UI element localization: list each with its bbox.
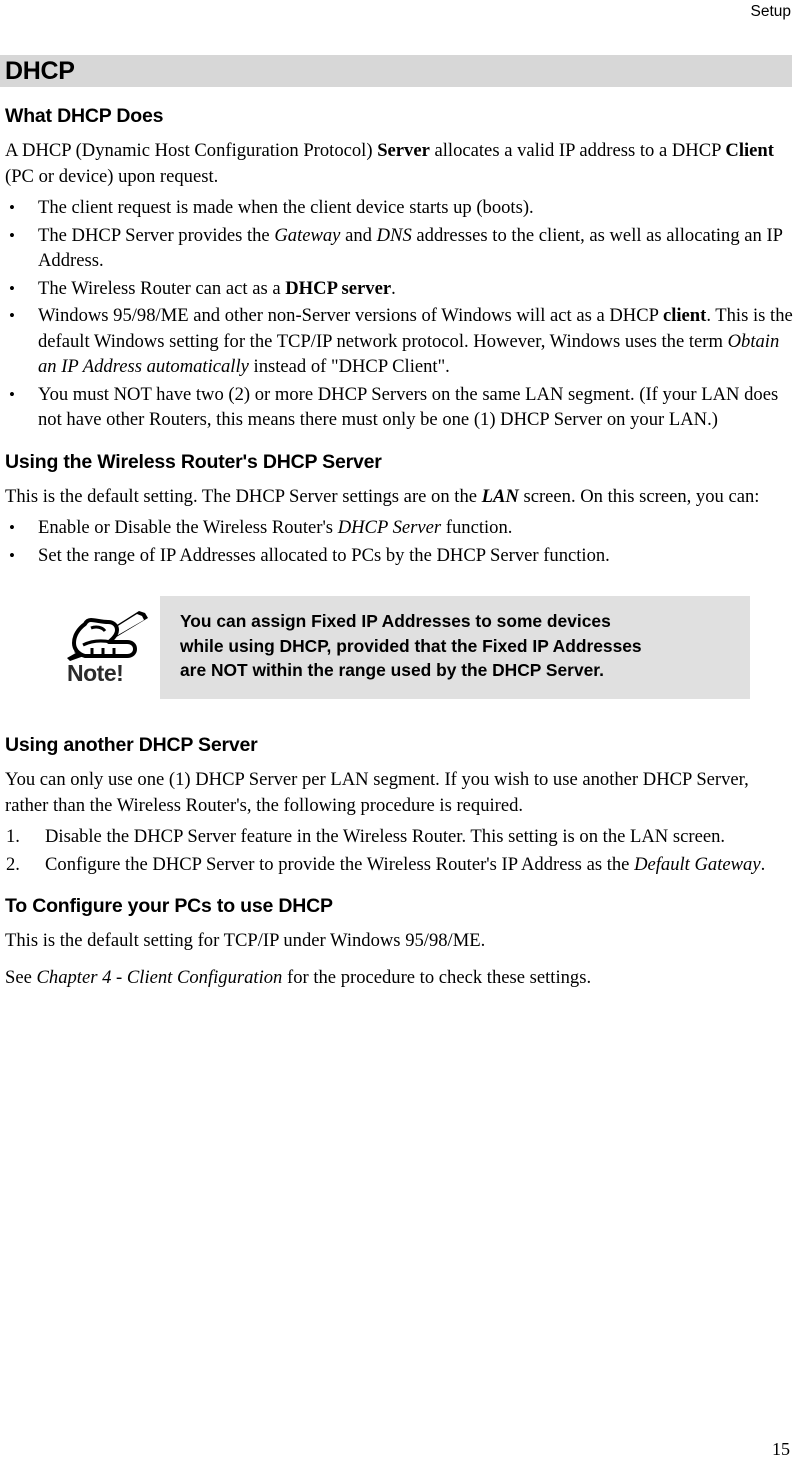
note-text: You can assign Fixed IP Addresses to som… [180, 609, 740, 683]
list-item-text: Disable the DHCP Server feature in the W… [45, 826, 726, 847]
list-item: • You must NOT have two (2) or more DHCP… [5, 382, 795, 433]
note-line: You can assign Fixed IP Addresses to som… [180, 611, 611, 631]
number-marker: 1. [6, 826, 20, 847]
bullet-marker: • [9, 278, 15, 298]
text-italic: DNS [376, 224, 412, 246]
bullet-list-using-router-dhcp: • Enable or Disable the Wireless Router'… [5, 515, 795, 568]
page-title: DHCP [5, 57, 75, 85]
text-fragment: screen. On this screen, you can: [518, 485, 760, 507]
numbered-list-procedure: 1. Disable the DHCP Server feature in th… [5, 824, 795, 877]
hand-writing-icon [67, 611, 148, 661]
list-item-text: You must NOT have two (2) or more DHCP S… [38, 383, 779, 431]
text-bold: Client [725, 140, 774, 161]
heading-what-dhcp-does: What DHCP Does [5, 105, 164, 127]
list-item-text: The client request is made when the clie… [38, 197, 534, 218]
text-fragment: The DHCP Server provides the [38, 224, 275, 246]
paragraph-using-router-intro: This is the default setting. The DHCP Se… [5, 484, 795, 510]
text-bold: Server [377, 140, 430, 161]
bullet-list-what-dhcp-does: • The client request is made when the cl… [5, 195, 795, 433]
list-item: • The client request is made when the cl… [5, 195, 795, 221]
note-label: Note! [67, 660, 124, 686]
list-item: • The DHCP Server provides the Gateway a… [5, 223, 795, 274]
text-fragment: and [340, 224, 377, 246]
text-fragment: (PC or device) upon request. [5, 165, 219, 187]
list-item: • Enable or Disable the Wireless Router'… [5, 515, 795, 541]
text-fragment: allocates a valid IP address to a DHCP [429, 140, 726, 161]
list-item: • Set the range of IP Addresses allocate… [5, 543, 795, 569]
text-italic: Default Gateway [634, 853, 761, 875]
note-hand-pen-icon: Note! [61, 604, 161, 696]
bullet-marker: • [9, 384, 15, 404]
text-fragment: The Wireless Router can act as a [38, 277, 286, 299]
heading-using-another-dhcp-server: Using another DHCP Server [5, 734, 258, 756]
text-bold: client [662, 305, 707, 326]
text-bold-italic: LAN [481, 485, 519, 507]
bullet-marker: • [9, 198, 15, 217]
bullet-marker: • [9, 306, 15, 325]
text-fragment: See [5, 966, 37, 988]
note-callout: Note! You can assign Fixed IP Addresses … [5, 590, 795, 715]
running-header-title: Setup [750, 3, 791, 20]
paragraph-dhcp-intro: A DHCP (Dynamic Host Configuration Proto… [5, 138, 795, 189]
paragraph-configure-pcs-default: This is the default setting for TCP/IP u… [5, 930, 486, 951]
bullet-marker: • [9, 545, 15, 565]
text-italic-crossref: Chapter 4 - Client Configuration [36, 966, 283, 988]
list-item-text: Set the range of IP Addresses allocated … [38, 544, 610, 566]
text-fragment: for the procedure to check these setting… [282, 966, 592, 988]
note-line: while using DHCP, provided that the Fixe… [180, 635, 642, 656]
list-item: 1. Disable the DHCP Server feature in th… [5, 824, 795, 850]
text-fragment: function. [441, 517, 513, 538]
running-header: Setup [0, 0, 800, 30]
text-fragment: Windows 95/98/ME and other non-Server ve… [38, 305, 663, 326]
text-fragment: Enable or Disable the Wireless Router's [38, 517, 338, 538]
heading-configure-pcs: To Configure your PCs to use DHCP [5, 895, 333, 917]
page-number: 15 [772, 1439, 790, 1459]
bullet-marker: • [9, 225, 15, 245]
document-content: What DHCP Does A DHCP (Dynamic Host Conf… [5, 104, 795, 990]
text-fragment: instead of "DHCP Client". [248, 356, 450, 377]
paragraph-using-another-intro: You can only use one (1) DHCP Server per… [5, 769, 749, 816]
text-fragment: . [391, 277, 396, 299]
number-marker: 2. [6, 853, 20, 875]
heading-using-router-dhcp-server: Using the Wireless Router's DHCP Server [5, 450, 382, 473]
text-bold: DHCP server [285, 277, 392, 299]
text-italic: DHCP Server [337, 517, 442, 538]
text-fragment: This is the default setting. The DHCP Se… [5, 485, 482, 507]
chapter-banner: DHCP [0, 55, 792, 87]
bullet-marker: • [9, 518, 15, 537]
list-item: 2. Configure the DHCP Server to provide … [5, 852, 795, 878]
text-italic: Gateway [274, 224, 341, 246]
text-fragment: A DHCP (Dynamic Host Configuration Proto… [5, 140, 378, 161]
note-line: are NOT within the range used by the DHC… [180, 660, 604, 680]
paragraph-configure-pcs-reference: See Chapter 4 - Client Configuration for… [5, 965, 795, 991]
document-page: Setup DHCP What DHCP Does A DHCP (Dynami… [0, 0, 800, 1468]
list-item: • Windows 95/98/ME and other non-Server … [5, 303, 795, 380]
list-item: • The Wireless Router can act as a DHCP … [5, 276, 795, 302]
note-box: You can assign Fixed IP Addresses to som… [160, 596, 750, 699]
page-footer: 15 [0, 1438, 800, 1460]
text-fragment: . [760, 853, 766, 875]
text-fragment: Configure the DHCP Server to provide the… [45, 853, 635, 875]
